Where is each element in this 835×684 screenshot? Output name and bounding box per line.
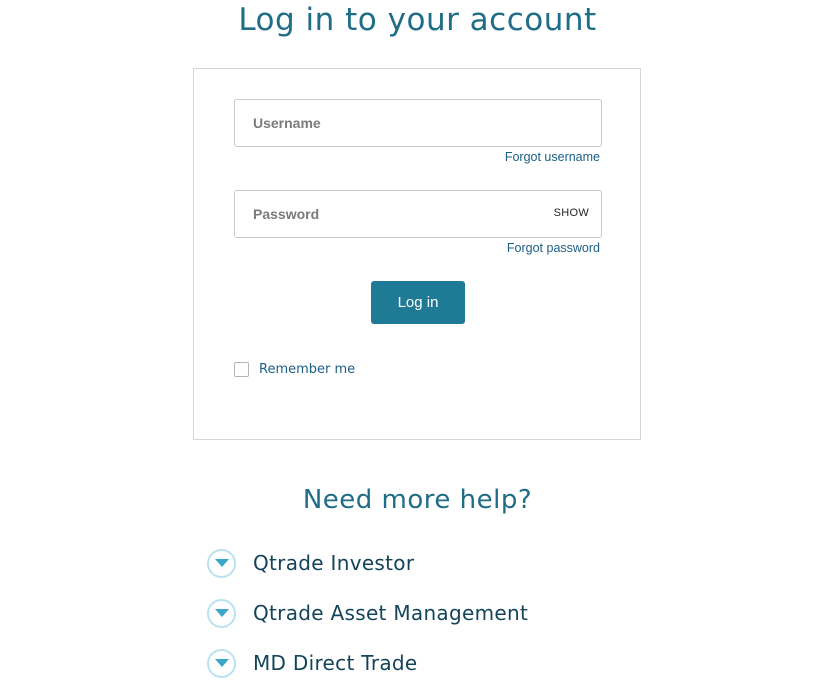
chevron-down-circle-icon[interactable] [207, 648, 236, 678]
chevron-down-circle-icon[interactable] [207, 548, 236, 578]
remember-me-checkbox[interactable] [234, 361, 249, 377]
show-password-toggle[interactable]: SHOW [554, 207, 589, 219]
chevron-down-circle-icon[interactable] [207, 598, 236, 628]
help-item-label[interactable]: Qtrade Asset Management [253, 601, 528, 625]
help-item-md-direct-trade[interactable]: MD Direct Trade [207, 647, 418, 679]
forgot-password-link[interactable]: Forgot password [507, 241, 600, 255]
login-card: Forgot username SHOW Forgot password Log… [193, 68, 641, 440]
username-input[interactable] [235, 100, 601, 146]
password-input[interactable] [235, 191, 601, 237]
help-title: Need more help? [302, 485, 533, 515]
help-item-label[interactable]: Qtrade Investor [253, 551, 414, 575]
username-field[interactable] [234, 99, 602, 147]
remember-me-label[interactable]: Remember me [259, 362, 355, 377]
forgot-username-link[interactable]: Forgot username [505, 150, 600, 164]
remember-me[interactable]: Remember me [234, 360, 355, 378]
login-button[interactable]: Log in [371, 281, 465, 324]
help-item-label[interactable]: MD Direct Trade [253, 651, 418, 675]
help-item-qtrade-asset-management[interactable]: Qtrade Asset Management [207, 597, 528, 629]
page-title: Log in to your account [238, 2, 597, 38]
password-field[interactable]: SHOW [234, 190, 602, 238]
help-item-qtrade-investor[interactable]: Qtrade Investor [207, 547, 414, 579]
